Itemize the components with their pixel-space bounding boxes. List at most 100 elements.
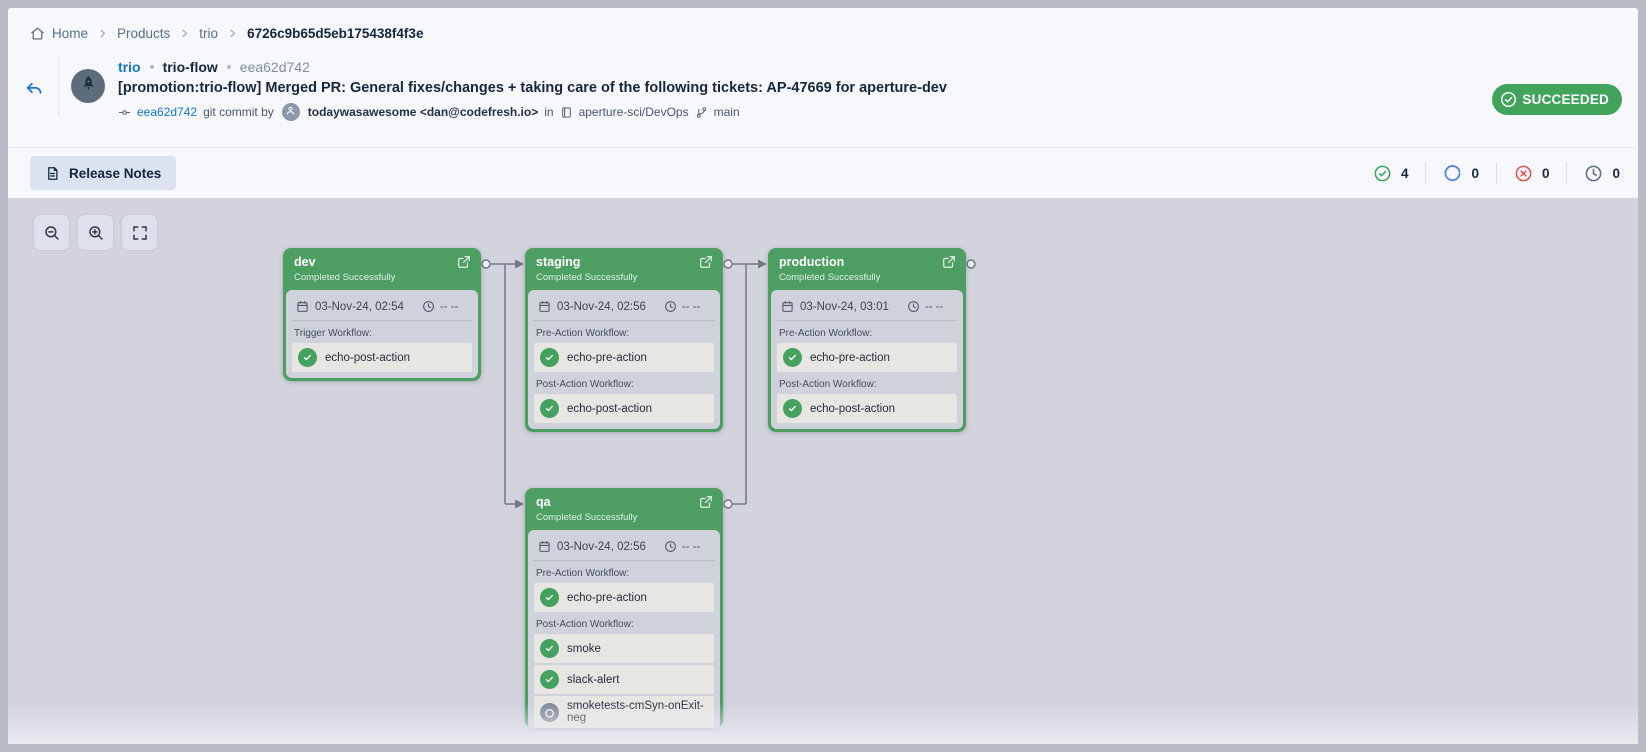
workflow-item[interactable]: smoketests-cmSyn-onExit-neg	[534, 696, 714, 728]
success-check-icon	[783, 348, 802, 367]
fit-view-button[interactable]	[122, 215, 157, 250]
zoom-out-icon	[43, 224, 61, 242]
workflow-item[interactable]: echo-pre-action	[534, 343, 714, 372]
env-duration: -- --	[925, 301, 944, 313]
workflow-section-label: Pre-Action Workflow:	[536, 328, 712, 339]
breadcrumb-home[interactable]: Home	[30, 26, 88, 41]
workflow-item[interactable]: echo-post-action	[777, 394, 957, 423]
env-name: staging	[536, 255, 712, 269]
breadcrumb-products[interactable]: Products	[117, 26, 170, 41]
back-icon	[24, 80, 44, 103]
env-node-header: production Completed Successfully	[771, 248, 963, 290]
success-check-icon	[298, 348, 317, 367]
clock-icon	[907, 300, 920, 313]
stat-running-count: 0	[1471, 166, 1479, 181]
x-circle-icon	[1514, 164, 1533, 183]
rocket-icon	[79, 74, 98, 98]
env-node-body: 03-Nov-24, 02:56 -- -- Pre-Action Workfl…	[528, 530, 720, 728]
zoom-out-button[interactable]	[34, 215, 69, 250]
flow-canvas[interactable]: dev Completed Successfully 03-Nov-24, 02…	[8, 198, 1638, 744]
dot-separator	[227, 65, 231, 69]
rocket-avatar	[71, 69, 105, 103]
release-info: trio trio-flow eea62d742 [promotion:trio…	[118, 54, 947, 121]
calendar-icon	[538, 540, 551, 553]
release-commit-message: [promotion:trio-flow] Merged PR: General…	[118, 80, 947, 96]
release-title-line: trio trio-flow eea62d742	[118, 59, 947, 75]
workflow-item[interactable]: echo-pre-action	[534, 583, 714, 612]
release-header: trio trio-flow eea62d742 [promotion:trio…	[22, 54, 1622, 121]
success-check-icon	[783, 399, 802, 418]
zoom-controls	[34, 215, 157, 250]
stat-running: 0	[1426, 164, 1496, 183]
workflow-item[interactable]: echo-post-action	[534, 394, 714, 423]
env-date-row: 03-Nov-24, 02:54 -- --	[292, 294, 472, 321]
external-link-icon[interactable]	[699, 495, 713, 514]
back-button[interactable]	[22, 78, 46, 105]
dot-separator	[150, 65, 154, 69]
stat-pending-count: 0	[1612, 166, 1620, 181]
workflow-item[interactable]: slack-alert	[534, 665, 714, 694]
workflow-name: smoke	[567, 643, 601, 655]
repo-icon	[560, 106, 573, 119]
status-badge: SUCCEEDED	[1492, 84, 1622, 115]
external-link-icon[interactable]	[699, 255, 713, 274]
workflow-item[interactable]: smoke	[534, 634, 714, 663]
calendar-icon	[781, 300, 794, 313]
env-status: Completed Successfully	[536, 272, 712, 283]
chevron-right-icon	[179, 28, 190, 39]
commit-repo: aperture-sci/DevOps	[579, 105, 689, 119]
pending-status-icon	[540, 703, 559, 722]
env-node-body: 03-Nov-24, 02:54 -- -- Trigger Workflow:…	[286, 290, 478, 378]
product-link[interactable]: trio	[118, 59, 141, 75]
breadcrumb-trio-label: trio	[199, 26, 218, 41]
env-node-production[interactable]: production Completed Successfully 03-Nov…	[768, 248, 966, 432]
env-date-row: 03-Nov-24, 02:56 -- --	[534, 534, 714, 561]
stat-succeeded-count: 4	[1401, 166, 1409, 181]
clock-icon	[664, 300, 677, 313]
app-window: Home Products trio 6726c9b65d5eb175438f4…	[8, 8, 1638, 744]
env-node-body: 03-Nov-24, 03:01 -- -- Pre-Action Workfl…	[771, 290, 963, 429]
workflow-item[interactable]: echo-pre-action	[777, 343, 957, 372]
env-date: 03-Nov-24, 02:54	[315, 301, 404, 313]
calendar-icon	[296, 300, 309, 313]
commit-sha-link[interactable]: eea62d742	[137, 105, 197, 119]
breadcrumb-home-label: Home	[52, 26, 88, 41]
external-link-icon[interactable]	[457, 255, 471, 274]
success-check-icon	[540, 639, 559, 658]
stat-failed: 0	[1497, 164, 1567, 183]
chevron-right-icon	[227, 28, 238, 39]
clock-icon	[422, 300, 435, 313]
env-date: 03-Nov-24, 02:56	[557, 301, 646, 313]
env-node-body: 03-Nov-24, 02:56 -- -- Pre-Action Workfl…	[528, 290, 720, 429]
env-node-header: dev Completed Successfully	[286, 248, 478, 290]
env-duration: -- --	[440, 301, 459, 313]
commit-author: todaywasawesome <dan@codefresh.io>	[308, 105, 538, 119]
env-duration: -- --	[682, 301, 701, 313]
commit-details-line: eea62d742 git commit by todaywasawesome …	[118, 103, 947, 121]
branch-icon	[695, 106, 708, 119]
commit-action-label: git commit by	[203, 105, 274, 119]
workflow-name: smoketests-cmSyn-onExit-neg	[567, 700, 708, 724]
workflow-item[interactable]: echo-post-action	[292, 343, 472, 372]
breadcrumb-product-trio[interactable]: trio	[199, 26, 218, 41]
env-duration: -- --	[682, 541, 701, 553]
env-name: production	[779, 255, 955, 269]
stat-failed-count: 0	[1542, 166, 1550, 181]
calendar-icon	[538, 300, 551, 313]
env-date: 03-Nov-24, 02:56	[557, 541, 646, 553]
flow-name: trio-flow	[163, 59, 218, 75]
chevron-right-icon	[97, 28, 108, 39]
zoom-in-button[interactable]	[78, 215, 113, 250]
home-icon	[30, 26, 45, 41]
header-divider	[58, 58, 59, 116]
workflow-name: echo-pre-action	[810, 352, 890, 364]
env-node-qa[interactable]: qa Completed Successfully 03-Nov-24, 02:…	[525, 488, 723, 728]
env-node-staging[interactable]: staging Completed Successfully 03-Nov-24…	[525, 248, 723, 432]
workflow-section-label: Trigger Workflow:	[294, 328, 470, 339]
status-badge-label: SUCCEEDED	[1522, 92, 1609, 107]
release-notes-button[interactable]: Release Notes	[30, 156, 176, 190]
env-node-dev[interactable]: dev Completed Successfully 03-Nov-24, 02…	[283, 248, 481, 381]
env-node-header: qa Completed Successfully	[528, 488, 720, 530]
env-duration-group: -- --	[664, 540, 701, 553]
external-link-icon[interactable]	[942, 255, 956, 274]
